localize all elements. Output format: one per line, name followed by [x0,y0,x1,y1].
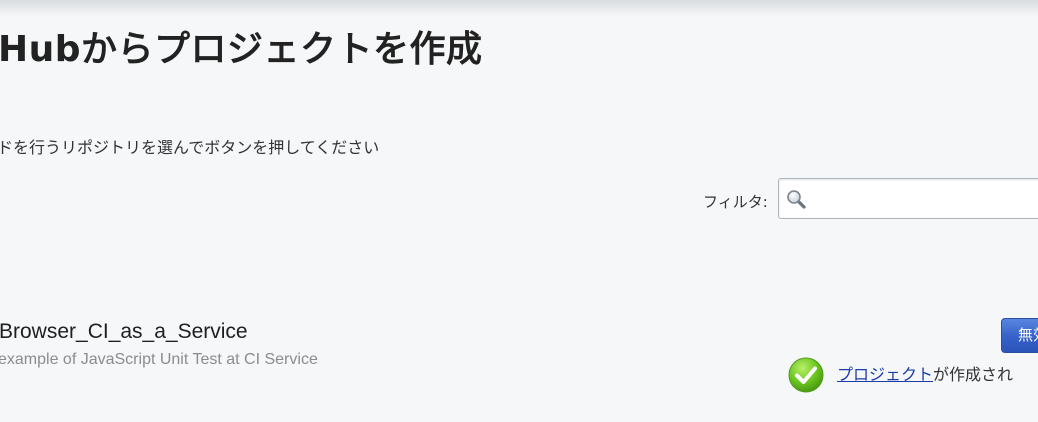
status-suffix: が作成され [933,365,1014,384]
top-shadow [0,0,1038,16]
check-circle-icon [788,357,824,393]
filter-input[interactable] [809,179,1038,218]
project-link[interactable]: プロジェクト [837,365,933,384]
search-icon [787,190,806,209]
filter-label: フィルタ: [703,193,768,211]
repo-name: Browser_CI_as_a_Service [0,320,248,343]
status-text: プロジェクトが作成され [837,364,1013,386]
repo-description: example of JavaScript Unit Test at CI Se… [0,351,318,368]
filter-field[interactable] [778,178,1038,219]
instruction-text: ドを行うリポジトリを選んでボタンを押してください [0,138,380,157]
toggle-button[interactable]: 無効 [1001,318,1038,353]
page-title: Hubからプロジェクトを作成 [0,29,483,70]
